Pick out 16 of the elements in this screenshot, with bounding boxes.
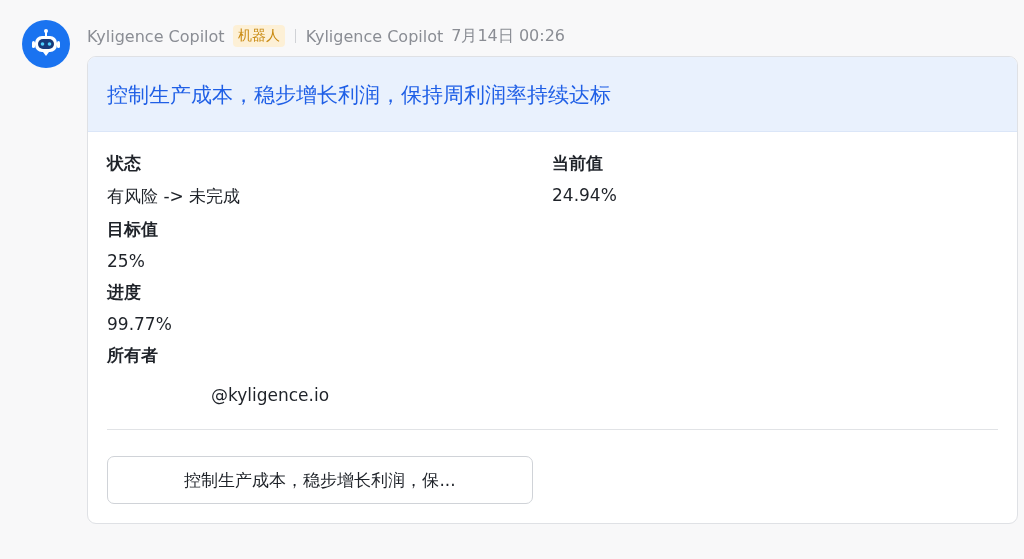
message-time: 7月14日 00:26 <box>451 25 565 47</box>
field-value: 99.77% <box>107 314 173 334</box>
field-label: 当前值 <box>552 152 604 175</box>
field-label: 状态 <box>107 152 142 175</box>
field-value: 有风险 -> 未完成 <box>107 185 242 208</box>
goal-button[interactable]: 控制生产成本，稳步增长利润，保... <box>107 456 533 504</box>
field-label: 目标值 <box>107 218 159 241</box>
bot-badge: 机器人 <box>232 25 285 47</box>
card-title: 控制生产成本，稳步增长利润，保持周利润率持续达标 <box>88 57 1017 132</box>
robot-avatar-icon <box>22 20 70 68</box>
app-name: Kyligence Copilot <box>305 26 444 46</box>
field-label: 所有者 <box>107 344 159 367</box>
field-value: 24.94% <box>552 185 618 205</box>
owner-email: @kyligence.io <box>210 385 331 405</box>
field-value: 25% <box>107 251 146 271</box>
field-label: 进度 <box>107 281 142 304</box>
